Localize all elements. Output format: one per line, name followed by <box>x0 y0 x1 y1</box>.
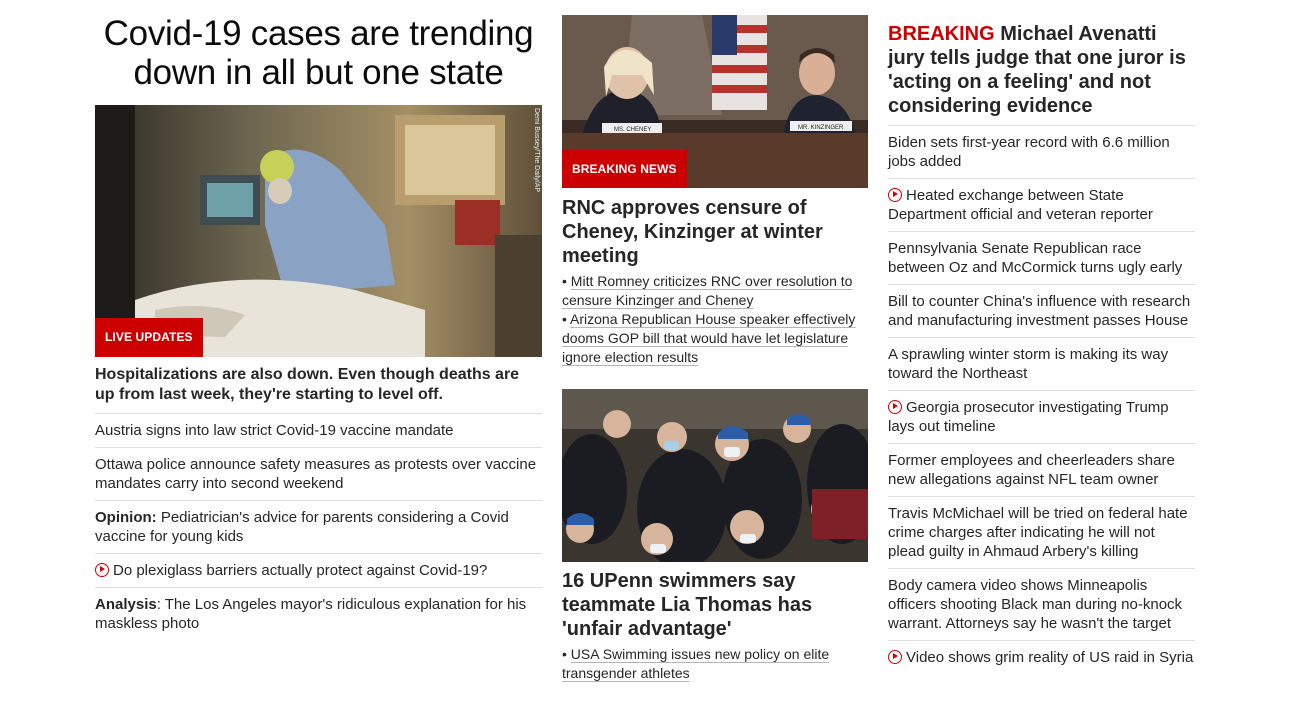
swimmers-headline[interactable]: 16 UPenn swimmers say teammate Lia Thoma… <box>562 569 868 641</box>
breaking-news-badge[interactable]: BREAKING NEWS <box>562 150 687 188</box>
nameplate-cheney: MS. CHENEY <box>614 127 651 133</box>
list-item[interactable]: Bill to counter China's influence with r… <box>888 285 1195 338</box>
rnc-related-links: • Mitt Romney criticizes RNC over resolu… <box>562 272 868 367</box>
list-item[interactable]: Pennsylvania Senate Republican race betw… <box>888 232 1195 285</box>
swimmers-photo-graphic <box>562 389 868 562</box>
list-item[interactable]: Travis McMichael will be tried on federa… <box>888 497 1195 569</box>
top-story-list: Biden sets first-year record with 6.6 mi… <box>888 126 1195 674</box>
lead-subhead[interactable]: Hospitalizations are also down. Even tho… <box>95 365 542 414</box>
list-item[interactable]: Austria signs into law strict Covid-19 v… <box>95 414 542 448</box>
list-item[interactable]: Former employees and cheerleaders share … <box>888 444 1195 497</box>
list-item[interactable]: Opinion: Pediatrician's advice for paren… <box>95 501 542 554</box>
live-updates-badge[interactable]: LIVE UPDATES <box>95 318 203 357</box>
covid-story-list: Austria signs into law strict Covid-19 v… <box>95 414 542 640</box>
lead-story-column: Covid-19 cases are trending down in all … <box>95 0 542 640</box>
lead-headline[interactable]: Covid-19 cases are trending down in all … <box>95 14 542 92</box>
hearing-photo[interactable]: MS. CHENEY MR. KINZINGER BREAKING NEWS <box>562 15 868 188</box>
top-stories-column: BREAKING Michael Avenatti jury tells jud… <box>888 0 1195 674</box>
breaking-headline[interactable]: BREAKING Michael Avenatti jury tells jud… <box>888 22 1195 126</box>
play-video-icon <box>888 400 902 414</box>
list-item[interactable]: Analysis: The Los Angeles mayor's ridicu… <box>95 588 542 640</box>
list-item: • USA Swimming issues new policy on elit… <box>562 646 830 681</box>
play-video-icon <box>888 188 902 202</box>
list-item[interactable]: Video shows grim reality of US raid in S… <box>888 641 1195 674</box>
list-item[interactable]: Ottawa police announce safety measures a… <box>95 448 542 501</box>
hospital-photo[interactable]: Demi Bussey/The Daily/AP LIVE UPDATES <box>95 105 542 357</box>
list-item: • Arizona Republican House speaker effec… <box>562 311 856 365</box>
play-video-icon <box>95 563 109 577</box>
nameplate-kinzinger: MR. KINZINGER <box>798 125 844 131</box>
photo-credit: Demi Bussey/The Daily/AP <box>533 108 540 192</box>
analysis-label: Analysis <box>95 596 157 613</box>
list-item: • Mitt Romney criticizes RNC over resolu… <box>562 273 853 308</box>
rnc-headline[interactable]: RNC approves censure of Cheney, Kinzinge… <box>562 196 868 268</box>
play-video-icon <box>888 650 902 664</box>
list-item[interactable]: Biden sets first-year record with 6.6 mi… <box>888 126 1195 179</box>
politics-column: MS. CHENEY MR. KINZINGER BREAKING NEWS R… <box>562 0 868 683</box>
list-item[interactable]: Heated exchange between State Department… <box>888 179 1195 232</box>
list-item[interactable]: Georgia prosecutor investigating Trump l… <box>888 391 1195 444</box>
list-item[interactable]: Do plexiglass barriers actually protect … <box>95 554 542 588</box>
swimmers-related-links: • USA Swimming issues new policy on elit… <box>562 645 868 683</box>
opinion-label: Opinion: <box>95 509 157 526</box>
swimmers-photo[interactable] <box>562 389 868 562</box>
list-item[interactable]: A sprawling winter storm is making its w… <box>888 338 1195 391</box>
breaking-label: BREAKING <box>888 23 995 45</box>
list-item[interactable]: Body camera video shows Minneapolis offi… <box>888 569 1195 641</box>
